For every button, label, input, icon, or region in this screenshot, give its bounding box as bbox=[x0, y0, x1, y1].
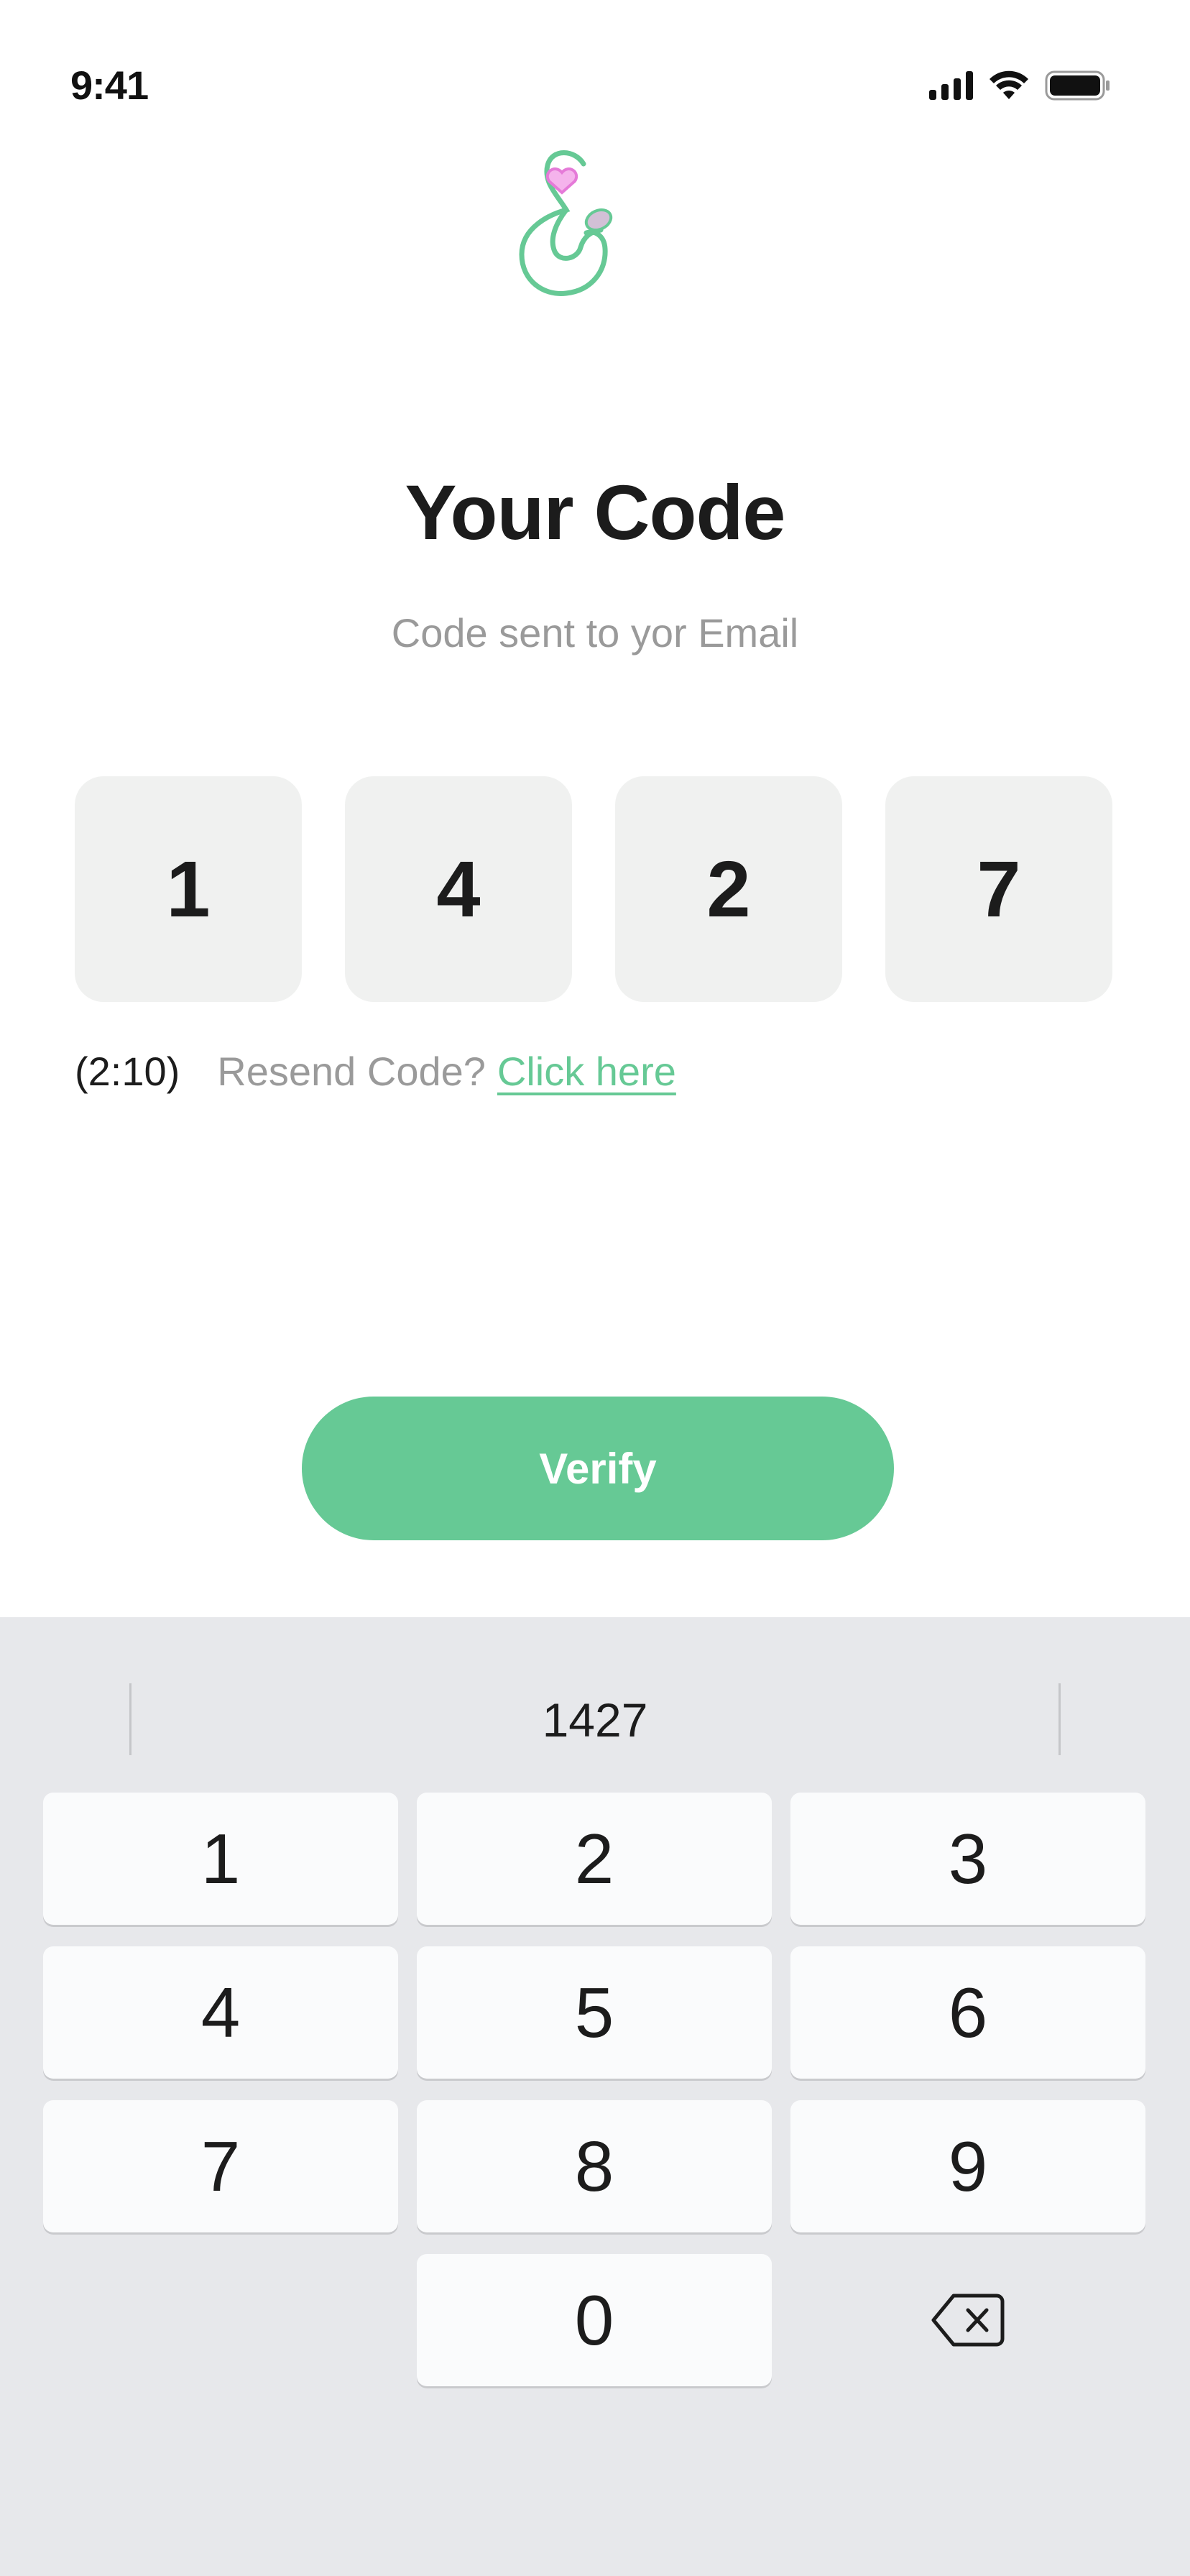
key-5[interactable]: 5 bbox=[417, 1946, 772, 2079]
resend-prompt: Resend Code? bbox=[217, 1049, 486, 1094]
key-6[interactable]: 6 bbox=[790, 1946, 1145, 2079]
page-title: Your Code bbox=[405, 469, 786, 556]
page-subtitle: Code sent to yor Email bbox=[391, 610, 799, 656]
code-input-group[interactable]: 1 4 2 7 bbox=[75, 776, 1112, 1002]
numeric-keyboard: 1427 1 2 3 4 5 6 7 8 9 0 bbox=[0, 1617, 1190, 2576]
status-time: 9:41 bbox=[70, 63, 149, 108]
signal-icon bbox=[929, 71, 973, 100]
code-digit-4[interactable]: 7 bbox=[885, 776, 1112, 1002]
key-2[interactable]: 2 bbox=[417, 1793, 772, 1925]
key-7[interactable]: 7 bbox=[43, 2100, 398, 2232]
code-digit-3[interactable]: 2 bbox=[615, 776, 842, 1002]
code-digit-1[interactable]: 1 bbox=[75, 776, 302, 1002]
battery-icon bbox=[1045, 70, 1110, 101]
code-digit-2[interactable]: 4 bbox=[345, 776, 572, 1002]
status-icons bbox=[929, 70, 1111, 101]
resend-row: (2:10) Resend Code? Click here bbox=[75, 1048, 676, 1095]
backspace-icon bbox=[931, 2294, 1005, 2347]
resend-timer: (2:10) bbox=[75, 1049, 180, 1094]
resend-code-link[interactable]: Click here bbox=[497, 1048, 676, 1095]
verify-button[interactable]: Verify bbox=[302, 1397, 894, 1540]
key-8[interactable]: 8 bbox=[417, 2100, 772, 2232]
key-0[interactable]: 0 bbox=[417, 2254, 772, 2386]
delete-key[interactable] bbox=[790, 2254, 1145, 2386]
keyboard-suggestion[interactable]: 1427 bbox=[0, 1693, 1190, 1747]
ampersand-heart-logo bbox=[519, 150, 613, 296]
keyboard-suggestion-bar: 1427 bbox=[0, 1617, 1190, 1790]
key-4[interactable]: 4 bbox=[43, 1946, 398, 2079]
key-3[interactable]: 3 bbox=[790, 1793, 1145, 1925]
suggestion-divider bbox=[1058, 1683, 1061, 1755]
key-9[interactable]: 9 bbox=[790, 2100, 1145, 2232]
wifi-icon bbox=[990, 70, 1028, 99]
key-1[interactable]: 1 bbox=[43, 1793, 398, 1925]
